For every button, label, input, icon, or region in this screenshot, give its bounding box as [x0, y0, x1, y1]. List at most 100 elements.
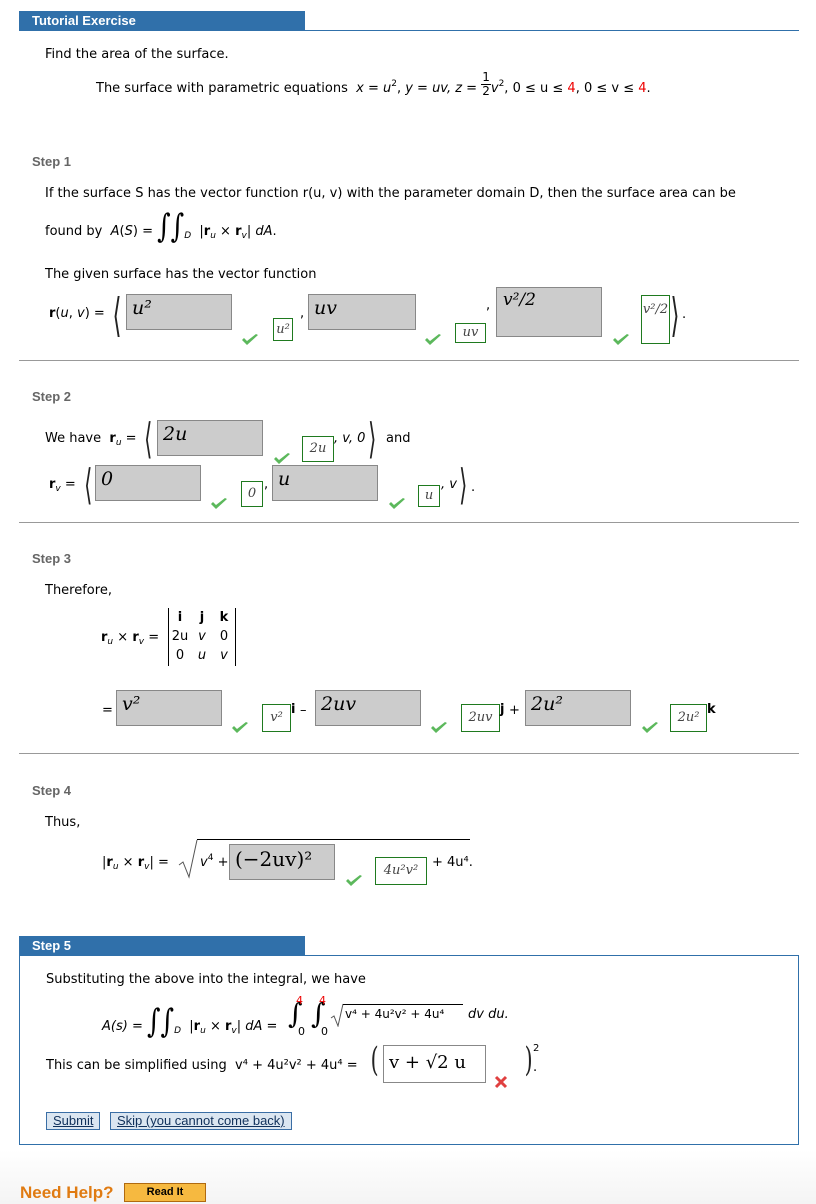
step4-intro: Thus,	[45, 815, 81, 830]
read-it-button[interactable]: Read It	[124, 1183, 206, 1202]
matrix-row: 0uv	[175, 648, 228, 663]
step5-input[interactable]: v + √2 u	[383, 1045, 486, 1083]
left-angle-bracket: ⟨	[112, 288, 122, 342]
step2-input-rv-x[interactable]: 0	[95, 465, 201, 501]
header-title: Tutorial Exercise	[32, 13, 136, 28]
step1-answer-z: v²/2	[641, 295, 670, 344]
submit-button[interactable]: Submit	[46, 1112, 101, 1130]
right-paren: )	[524, 1040, 533, 1080]
left-paren: (	[370, 1040, 379, 1080]
step3-input-i[interactable]: v²	[116, 690, 222, 726]
step3-intro: Therefore,	[45, 583, 112, 598]
step-5-header: Step 5	[19, 936, 305, 956]
step3-answer-k: 2u²	[670, 704, 707, 732]
comma: ,	[264, 477, 269, 492]
footer-background	[0, 1150, 816, 1204]
ru-tail: , v, 0	[334, 431, 366, 446]
radicand: v⁴ + 4u²v² + 4u⁴	[345, 1007, 445, 1021]
step2-input-rv-y[interactable]: u	[272, 465, 378, 501]
left-angle-bracket: ⟨	[84, 460, 93, 509]
step4-input[interactable]: (−2uv)²	[229, 844, 335, 880]
u-max-value: 4	[567, 81, 576, 97]
step5-tail: dv du.	[468, 1007, 509, 1022]
step5-formula: A(s) = ∫∫D |ru × rv| dA =	[102, 1003, 278, 1041]
step1-answer-y: uv	[455, 323, 486, 343]
plus: +	[509, 703, 520, 718]
step1-text-given: The given surface has the vector functio…	[45, 267, 317, 282]
step1-text: If the surface S has the vector function…	[45, 186, 736, 201]
unit-i: i	[291, 702, 296, 717]
need-help-label: Need Help?	[20, 1183, 114, 1202]
sqrt-vinculum	[343, 1004, 463, 1005]
check-icon	[211, 498, 227, 509]
period: .	[533, 1060, 538, 1075]
determinant-matrix: ijk 2u v 0 0uv	[170, 610, 234, 667]
step2-answer-rv-x: 0	[241, 481, 263, 507]
comma: ,	[486, 298, 491, 313]
step3-input-k[interactable]: 2u²	[525, 690, 631, 726]
lower-limit-u: 0	[298, 1025, 305, 1038]
step4-tail: + 4u⁴.	[432, 855, 473, 870]
unit-k: k	[707, 702, 716, 717]
step3-input-j[interactable]: 2uv	[315, 690, 421, 726]
step1-lhs: r(u, v) =	[49, 306, 105, 321]
tutorial-header: Tutorial Exercise	[19, 11, 305, 31]
cross-icon	[494, 1075, 508, 1089]
step2-answer-ru-x: 2u	[302, 436, 334, 462]
rv-tail: , v	[441, 477, 457, 492]
check-icon	[425, 334, 441, 345]
step3-answer-i: v²	[262, 704, 291, 732]
upper-limit-u: 4	[296, 994, 303, 1007]
exponent: 2	[533, 1043, 540, 1054]
step1-answer-x: u²	[273, 318, 293, 341]
sqrt-vinculum	[197, 839, 470, 840]
period: .	[471, 480, 476, 495]
check-icon	[232, 722, 248, 733]
divider	[19, 753, 799, 754]
determinant-bar-left	[168, 608, 169, 666]
and-text: and	[386, 431, 411, 446]
step1-input-x[interactable]: u²	[126, 294, 232, 330]
step1-formula: found by A(S) = ∫∫D |ru × rv| dA.	[45, 208, 277, 246]
step4-lhs: |ru × rv| =	[102, 855, 169, 872]
header-rule	[19, 30, 799, 31]
simplify-text: This can be simplified using v⁴ + 4u²v² …	[46, 1058, 358, 1073]
step1-input-y[interactable]: uv	[308, 294, 416, 330]
sqrt-icon	[178, 839, 198, 879]
check-icon	[613, 334, 629, 345]
step-2-label: Step 2	[32, 389, 72, 404]
left-angle-bracket: ⟨	[144, 414, 153, 463]
step1-input-z[interactable]: v²/2	[496, 287, 602, 337]
check-icon	[642, 722, 658, 733]
matrix-row: ijk	[177, 610, 229, 625]
lower-limit-v: 0	[321, 1025, 328, 1038]
period: .	[682, 307, 687, 322]
problem-prompt: Find the area of the surface.	[45, 47, 229, 62]
right-angle-bracket: ⟩	[368, 414, 377, 463]
check-icon	[346, 875, 362, 886]
right-angle-bracket: ⟩	[459, 460, 468, 509]
check-icon	[389, 498, 405, 509]
problem-statement: The surface with parametric equations x …	[96, 70, 651, 99]
v-max-value: 4	[638, 81, 647, 97]
unit-j: j	[500, 702, 505, 717]
step-4-label: Step 4	[32, 783, 72, 798]
step2-ru-lhs: We have ru =	[45, 431, 137, 448]
step3-lhs: ru × rv =	[101, 630, 160, 647]
step2-input-ru-x[interactable]: 2u	[157, 420, 263, 456]
v4-term: v4 +	[200, 853, 229, 871]
divider	[19, 522, 799, 523]
upper-limit-v: 4	[319, 994, 326, 1007]
skip-button[interactable]: Skip (you cannot come back)	[110, 1112, 292, 1130]
step2-answer-rv-y: u	[418, 485, 440, 507]
step3-answer-j: 2uv	[461, 704, 500, 732]
step-3-label: Step 3	[32, 551, 72, 566]
comma: ,	[300, 306, 305, 321]
check-icon	[431, 722, 447, 733]
divider	[19, 360, 799, 361]
step2-rv-lhs: rv =	[49, 477, 76, 494]
step4-answer: 4u²v²	[375, 857, 427, 885]
check-icon	[274, 453, 290, 464]
step-1-label: Step 1	[32, 154, 72, 169]
step5-intro: Substituting the above into the integral…	[46, 972, 366, 987]
